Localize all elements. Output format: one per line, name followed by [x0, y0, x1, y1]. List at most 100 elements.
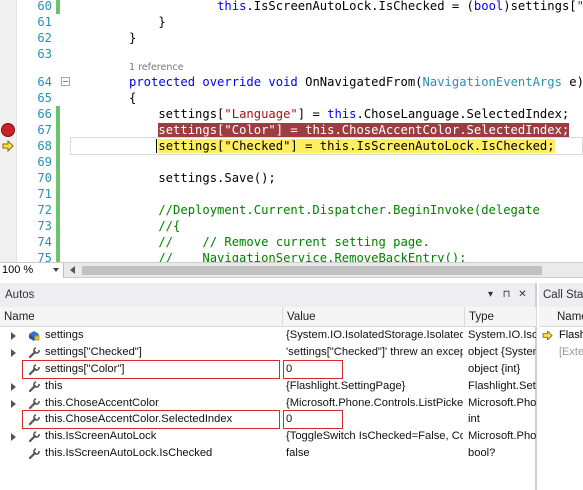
wrench-icon [28, 448, 40, 460]
line-number: 74 [37, 235, 52, 249]
code-token: protected override void [129, 75, 298, 89]
autos-row[interactable]: this.ChoseAccentColor {Microsoft.Phone.Co… [0, 395, 537, 412]
code-line[interactable]: 72 //Deployment.Current.Dispatcher.Begin… [0, 202, 583, 218]
autos-value[interactable]: 'settings["Checked"]' threw an exception… [286, 344, 463, 361]
autos-row[interactable]: this.ChoseAccentColor.SelectedIndex 0 int [0, 410, 537, 430]
expand-icon[interactable] [11, 332, 16, 340]
code-line[interactable]: 60 this.IsScreenAutoLock.IsChecked = (bo… [0, 0, 583, 14]
line-number: 63 [37, 47, 52, 61]
autos-name: settings["Checked"] [45, 345, 142, 358]
expand-icon[interactable] [11, 348, 16, 357]
code-token: // NavigationService.RemoveBackEntry(); [129, 251, 467, 262]
call-stack-window: Call Stack Name Flashlight.dll!Flashligh… [539, 283, 583, 490]
autos-type: Microsoft.Phone.Controls.ToggleSwitch [468, 430, 536, 443]
call-stack-title: Call Stack [539, 283, 583, 307]
code-token: NavigationEventArgs [422, 75, 562, 89]
expand-icon[interactable] [11, 382, 16, 391]
change-indicator [56, 218, 60, 234]
line-number: 75 [37, 251, 52, 262]
autos-value[interactable]: {ToggleSwitch IsChecked=False, Content=} [286, 428, 463, 445]
code-line[interactable]: 66 settings["Language"] = this.ChoseLang… [0, 106, 583, 122]
instruction-pointer-icon [2, 140, 14, 152]
autos-value[interactable]: {Flashlight.SettingPage} [286, 378, 463, 395]
code-line[interactable]: 65 { [0, 90, 583, 106]
breakpoint-icon[interactable] [1, 123, 15, 137]
line-number: 67 [37, 123, 52, 137]
close-icon[interactable]: ✕ [516, 283, 529, 307]
expand-icon[interactable] [11, 399, 16, 408]
column-name[interactable]: Name [0, 307, 283, 327]
code-line[interactable]: 67 settings["Color"] = this.ChoseAccentC… [0, 122, 583, 138]
code-line[interactable]: 74 // // Remove current setting page. [0, 234, 583, 250]
current-frame-arrow-icon [542, 331, 553, 340]
horizontal-scrollbar-thumb[interactable] [82, 266, 542, 275]
code-token: settings[ [129, 107, 225, 121]
code-line[interactable]: 62} [0, 30, 583, 46]
code-line[interactable]: 69 [0, 154, 583, 170]
annotation-box-value [283, 410, 343, 430]
code-line[interactable]: 61 } [0, 14, 583, 30]
autos-value[interactable]: false [286, 445, 463, 462]
autos-name: this [45, 379, 63, 392]
code-line[interactable]: 68 settings["Checked"] = this.IsScreenAu… [0, 138, 583, 154]
call-stack-frame[interactable]: Flashlight.dll!Flashlight.SettingPage.On… [539, 327, 583, 344]
autos-title: Autos [5, 289, 35, 301]
expand-icon[interactable] [11, 433, 16, 442]
call-stack-frame[interactable]: [External Code] [539, 344, 583, 361]
code-line[interactable]: 73 //{ [0, 218, 583, 234]
zoom-level: 100 % [2, 264, 34, 276]
code-token: e) [561, 75, 583, 89]
code-line[interactable]: 75 // NavigationService.RemoveBackEntry(… [0, 250, 583, 262]
line-number: 65 [37, 91, 52, 105]
column-value[interactable]: Value [283, 307, 465, 327]
autos-type: object {int} [468, 362, 521, 375]
scroll-left-icon[interactable] [70, 266, 75, 274]
line-number: 72 [37, 203, 52, 217]
window-position-dropdown-icon[interactable]: ▾ [484, 283, 497, 307]
column-type[interactable]: Type [465, 307, 537, 327]
autos-value[interactable]: {System.IO.IsolatedStorage.IsolatedStora… [286, 327, 463, 344]
code-line[interactable]: 71 [0, 186, 583, 202]
code-token: ] = [297, 107, 328, 121]
wrench-icon [28, 397, 40, 409]
change-indicator [56, 0, 60, 14]
autos-row[interactable]: settings["Color"] 0 object {int} [0, 359, 537, 379]
line-number: 68 [37, 139, 52, 153]
call-stack-column-name[interactable]: Name [539, 307, 583, 327]
code-line[interactable]: 64− protected override void OnNavigatedFr… [0, 74, 583, 90]
code-token: settings.Save(); [129, 171, 276, 185]
code-text: // // Remove current setting page. [129, 234, 430, 250]
autos-row[interactable]: settings["Checked"] 'settings["Checked"]'… [0, 344, 537, 361]
autos-row[interactable]: this.IsScreenAutoLock {ToggleSwitch IsChe… [0, 428, 537, 445]
line-number: 64 [37, 75, 52, 89]
autos-name: this.IsScreenAutoLock.IsChecked [45, 447, 213, 460]
chevron-down-icon [53, 268, 59, 272]
code-editor[interactable]: 60 this.IsScreenAutoLock.IsChecked = (bo… [0, 0, 583, 262]
collapse-icon[interactable]: − [61, 77, 70, 86]
code-text: settings.Save(); [129, 170, 276, 186]
reference-count-link[interactable]: 1 reference [129, 62, 183, 74]
zoom-dropdown[interactable]: 100 % [0, 263, 64, 278]
call-stack-rows: Flashlight.dll!Flashlight.SettingPage.On… [539, 327, 583, 361]
code-token: //Deployment.Current.Dispatcher.BeginInv… [129, 203, 540, 217]
line-number: 73 [37, 219, 52, 233]
autos-value[interactable]: {Microsoft.Phone.Controls.ListPicker} [286, 395, 463, 412]
code-token: } [129, 31, 137, 45]
autos-row[interactable]: this.IsScreenAutoLock.IsChecked false bool… [0, 445, 537, 462]
autos-window: Autos ▾ ⊓ ✕ Name Value Type settings {Sys… [0, 283, 537, 490]
autos-row[interactable]: this {Flashlight.SettingPage} Flashlight.S… [0, 378, 537, 395]
autos-type: int [468, 413, 480, 426]
pin-icon[interactable]: ⊓ [500, 283, 513, 307]
change-indicator [56, 234, 60, 250]
autos-type: bool? [468, 447, 496, 460]
autos-row[interactable]: settings {System.IO.IsolatedStorage.Isola… [0, 327, 537, 344]
code-line[interactable]: 70 settings.Save(); [0, 170, 583, 186]
text-caret [156, 139, 157, 153]
code-text: settings["Checked"] = this.IsScreenAutoL… [129, 138, 555, 154]
code-token: } [129, 15, 166, 29]
wrench-icon [28, 431, 40, 443]
code-line[interactable]: 63 [0, 46, 583, 62]
change-indicator [56, 106, 60, 122]
